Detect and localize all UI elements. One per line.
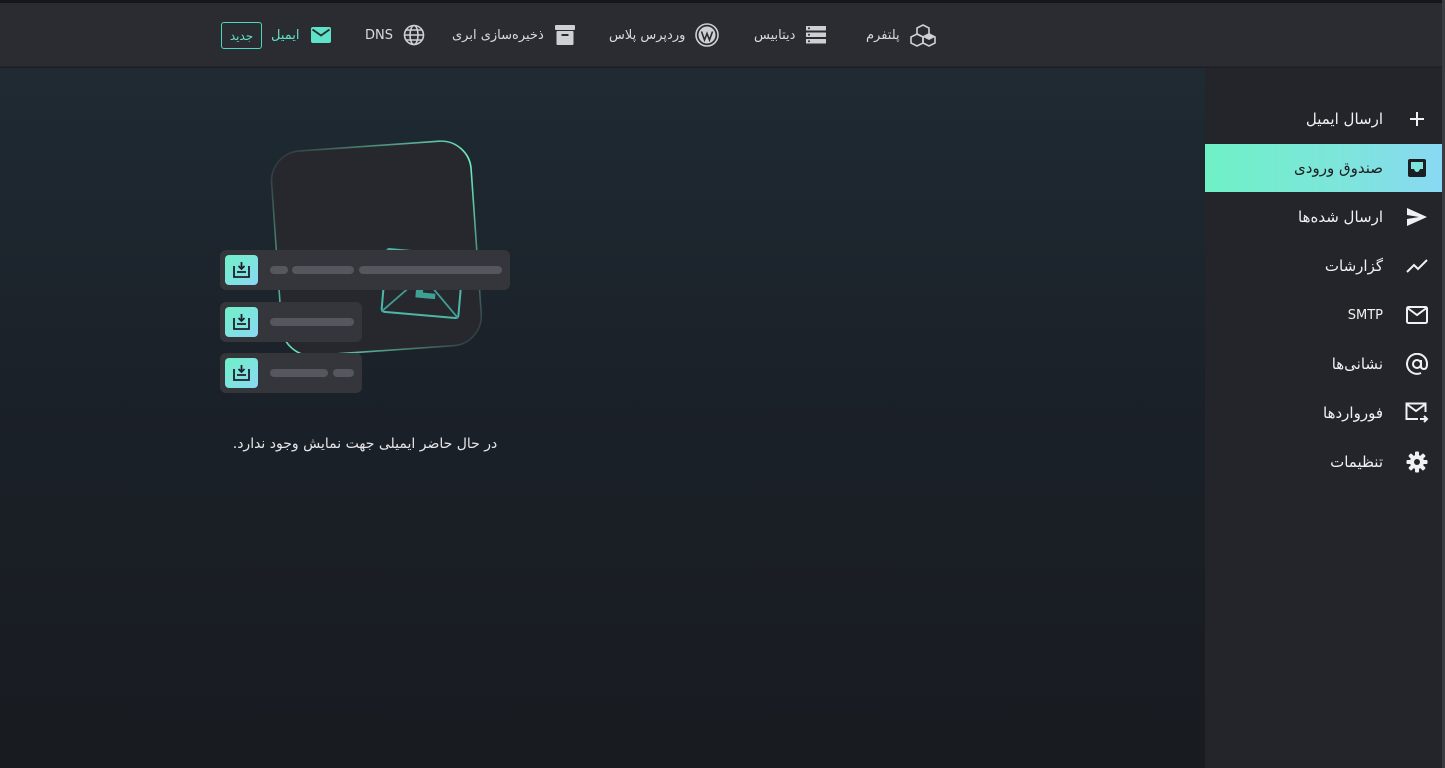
- nav-item-wordpress[interactable]: وردپرس پلاس: [609, 3, 720, 67]
- top-navbar: پلتفرم دیتابیس ور: [0, 3, 1445, 67]
- nav-label: پلتفرم: [866, 27, 900, 43]
- forward-mail-icon: [1405, 401, 1429, 425]
- nav-item-platform[interactable]: پلتفرم: [866, 3, 936, 67]
- gear-icon: [1405, 450, 1429, 474]
- envelope-icon: [1405, 303, 1429, 327]
- nav-label: DNS: [365, 27, 393, 43]
- wordpress-icon: [695, 23, 720, 47]
- sidebar-item-inbox[interactable]: صندوق ورودی: [1205, 144, 1445, 192]
- sidebar-item-label: SMTP: [1347, 307, 1383, 323]
- nav-item-dns[interactable]: DNS: [365, 3, 425, 67]
- new-badge: جدید: [221, 22, 262, 49]
- main-content: E در حال حاضر ایمیلی جهت نمایش وجود ندار…: [0, 68, 1205, 768]
- chart-line-icon: [1405, 254, 1429, 278]
- sidebar-item-addresses[interactable]: نشانی‌ها: [1205, 340, 1445, 388]
- sidebar-item-settings[interactable]: تنظیمات: [1205, 438, 1445, 486]
- sidebar-item-sent[interactable]: ارسال شده‌ها: [1205, 193, 1445, 241]
- plus-icon: [1405, 107, 1429, 131]
- sidebar-item-label: گزارشات: [1324, 257, 1383, 275]
- database-icon: [805, 25, 827, 45]
- nav-label: وردپرس پلاس: [609, 27, 686, 43]
- globe-icon: [403, 24, 425, 46]
- sidebar-item-smtp[interactable]: SMTP: [1205, 291, 1445, 339]
- sidebar-item-forwards[interactable]: فورواردها: [1205, 389, 1445, 437]
- sidebar: ارسال ایمیل صندوق ورودی ارسال شده‌ها گزا…: [1205, 68, 1445, 768]
- inbox-icon: [1405, 156, 1429, 180]
- empty-inbox-illustration: E: [220, 140, 510, 393]
- sidebar-item-label: صندوق ورودی: [1294, 159, 1383, 177]
- sidebar-item-send-email[interactable]: ارسال ایمیل: [1205, 95, 1445, 143]
- sidebar-item-label: نشانی‌ها: [1331, 355, 1383, 373]
- sidebar-item-label: ارسال شده‌ها: [1298, 208, 1383, 226]
- nav-item-cloud-storage[interactable]: ذخیره‌سازی ابری: [452, 3, 576, 67]
- nav-label: ایمیل: [271, 27, 300, 43]
- mail-icon: [310, 26, 332, 44]
- nav-item-email[interactable]: ایمیل: [271, 3, 332, 67]
- nav-item-database[interactable]: دیتابیس: [754, 3, 827, 67]
- nav-label: دیتابیس: [754, 27, 796, 43]
- empty-state-message: در حال حاضر ایمیلی جهت نمایش وجود ندارد.: [232, 436, 498, 452]
- send-icon: [1405, 205, 1429, 229]
- cubes-icon: [909, 23, 936, 47]
- sidebar-item-label: ارسال ایمیل: [1305, 110, 1383, 128]
- at-sign-icon: [1405, 352, 1429, 376]
- nav-label: ذخیره‌سازی ابری: [452, 27, 544, 43]
- sidebar-item-label: فورواردها: [1323, 404, 1383, 422]
- sidebar-item-reports[interactable]: گزارشات: [1205, 242, 1445, 290]
- sidebar-item-label: تنظیمات: [1330, 453, 1383, 471]
- archive-icon: [554, 24, 576, 46]
